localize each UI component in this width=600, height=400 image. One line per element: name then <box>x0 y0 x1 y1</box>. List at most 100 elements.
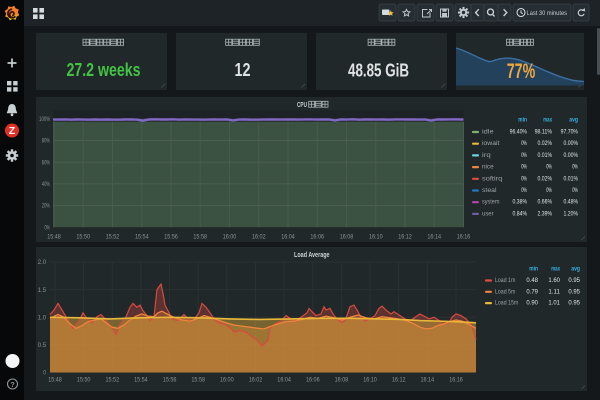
svg-text:16:14: 16:14 <box>421 377 435 384</box>
svg-text:0.90: 0.90 <box>526 300 538 307</box>
svg-text:iowait: iowait <box>482 140 500 147</box>
svg-text:0%: 0% <box>45 224 51 231</box>
svg-text:Load 15m: Load 15m <box>495 300 519 307</box>
svg-text:100%: 100% <box>39 116 50 123</box>
svg-text:0.95: 0.95 <box>568 288 580 295</box>
svg-text:16:06: 16:06 <box>310 234 324 241</box>
svg-text:avg: avg <box>569 117 578 124</box>
svg-text:Last 30 minutes: Last 30 minutes <box>527 10 568 17</box>
svg-text:16:14: 16:14 <box>427 234 441 241</box>
svg-text:?: ? <box>10 380 15 389</box>
svg-text:16:04: 16:04 <box>277 377 291 384</box>
svg-text:1.60: 1.60 <box>548 277 560 284</box>
svg-text:15:58: 15:58 <box>191 377 205 384</box>
svg-text:2.0: 2.0 <box>38 259 47 266</box>
svg-text:0.48%: 0.48% <box>564 199 579 206</box>
svg-text:16:16: 16:16 <box>457 234 471 241</box>
svg-text:0%: 0% <box>521 164 527 171</box>
svg-text:nice: nice <box>482 164 494 171</box>
svg-text:16:00: 16:00 <box>223 234 237 241</box>
svg-text:60%: 60% <box>42 159 51 166</box>
svg-text:0.00%: 0.00% <box>564 140 579 147</box>
svg-text:16:02: 16:02 <box>249 377 263 384</box>
svg-text:77%: 77% <box>507 59 536 83</box>
svg-text:16:10: 16:10 <box>369 234 383 241</box>
svg-text:0: 0 <box>43 370 46 377</box>
svg-text:0%: 0% <box>521 175 527 182</box>
svg-text:1.11: 1.11 <box>548 288 560 295</box>
svg-text:1.5: 1.5 <box>38 287 47 294</box>
svg-text:0.38%: 0.38% <box>513 199 528 206</box>
svg-text:16:12: 16:12 <box>398 234 412 241</box>
svg-text:max: max <box>543 117 552 124</box>
svg-text:avg: avg <box>571 266 580 273</box>
svg-text:Z: Z <box>9 125 16 137</box>
svg-text:16:12: 16:12 <box>392 377 406 384</box>
svg-text:15:48: 15:48 <box>48 377 62 384</box>
svg-text:48.85 GiB: 48.85 GiB <box>348 61 409 81</box>
svg-text:15:54: 15:54 <box>135 234 149 241</box>
svg-text:0.79: 0.79 <box>526 288 538 295</box>
svg-text:15:56: 15:56 <box>164 234 178 241</box>
svg-text:40%: 40% <box>42 181 51 188</box>
svg-text:12: 12 <box>235 60 251 80</box>
svg-text:96.40%: 96.40% <box>510 129 527 136</box>
svg-text:27.2 weeks: 27.2 weeks <box>67 60 141 80</box>
svg-text:system: system <box>482 199 500 206</box>
svg-text:97.70%: 97.70% <box>561 129 578 136</box>
svg-text:16:02: 16:02 <box>252 234 266 241</box>
svg-text:0%: 0% <box>546 164 552 171</box>
svg-text:0.5: 0.5 <box>38 342 47 349</box>
svg-text:16:06: 16:06 <box>306 377 320 384</box>
svg-text:0%: 0% <box>546 187 552 194</box>
svg-text:0.01%: 0.01% <box>538 152 553 159</box>
svg-text:0.48: 0.48 <box>526 277 538 284</box>
svg-text:16:16: 16:16 <box>449 377 463 384</box>
svg-text:15:50: 15:50 <box>76 234 90 241</box>
svg-text:0.02%: 0.02% <box>538 175 553 182</box>
svg-text:15:58: 15:58 <box>193 234 207 241</box>
svg-text:0%: 0% <box>572 187 578 194</box>
svg-text:Load Average: Load Average <box>294 250 330 259</box>
svg-text:user: user <box>482 210 494 217</box>
svg-text:16:00: 16:00 <box>220 377 234 384</box>
svg-text:idle: idle <box>482 129 494 136</box>
svg-text:15:50: 15:50 <box>77 377 91 384</box>
svg-text:20%: 20% <box>42 203 51 210</box>
svg-text:16:04: 16:04 <box>281 234 295 241</box>
svg-text:16:08: 16:08 <box>335 377 349 384</box>
svg-text:0.02%: 0.02% <box>538 140 553 147</box>
svg-text:0.95: 0.95 <box>568 300 580 307</box>
svg-text:1.20%: 1.20% <box>564 210 579 217</box>
svg-text:Load 5m: Load 5m <box>495 288 516 295</box>
svg-text:0.66%: 0.66% <box>538 199 553 206</box>
svg-text:0%: 0% <box>521 140 527 147</box>
svg-text:2.39%: 2.39% <box>538 210 553 217</box>
svg-text:max: max <box>551 266 560 273</box>
svg-text:16:08: 16:08 <box>340 234 354 241</box>
svg-text:0.95: 0.95 <box>568 277 580 284</box>
svg-text:0%: 0% <box>572 164 578 171</box>
svg-text:irq: irq <box>482 152 491 159</box>
svg-text:Load 1m: Load 1m <box>495 277 516 284</box>
svg-text:steal: steal <box>482 187 497 194</box>
svg-text:CPU: CPU <box>297 100 307 109</box>
svg-text:15:52: 15:52 <box>106 234 120 241</box>
svg-text:min: min <box>529 266 538 273</box>
svg-text:0%: 0% <box>521 152 527 159</box>
svg-text:0.00%: 0.00% <box>564 152 579 159</box>
svg-text:0.01%: 0.01% <box>564 175 579 182</box>
svg-text:80%: 80% <box>42 138 51 145</box>
svg-text:16:10: 16:10 <box>363 377 377 384</box>
svg-text:98.11%: 98.11% <box>535 129 553 136</box>
svg-text:15:52: 15:52 <box>106 377 120 384</box>
svg-text:1.0: 1.0 <box>38 314 47 321</box>
svg-text:15:54: 15:54 <box>134 377 148 384</box>
svg-text:0%: 0% <box>521 187 527 194</box>
svg-text:0.84%: 0.84% <box>513 210 528 217</box>
svg-text:softirq: softirq <box>482 175 503 182</box>
svg-text:1.01: 1.01 <box>548 300 560 307</box>
svg-text:15:56: 15:56 <box>163 377 177 384</box>
svg-text:15:48: 15:48 <box>47 234 61 241</box>
svg-text:min: min <box>518 117 527 124</box>
